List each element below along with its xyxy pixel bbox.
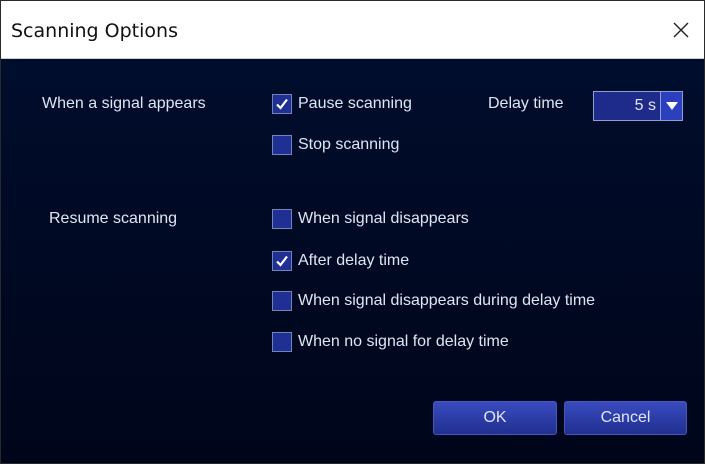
resume-option-checkbox[interactable]: After delay time	[272, 251, 409, 271]
signal-appears-label: When a signal appears	[42, 95, 206, 112]
pause-scanning-checkbox[interactable]: Pause scanning	[272, 94, 412, 114]
resume-option-label: When no signal for delay time	[298, 333, 509, 350]
resume-scanning-label: Resume scanning	[49, 210, 178, 227]
dialog-content: When a signal appears Pause scanning Del…	[1, 59, 704, 463]
checkbox-box	[272, 332, 292, 352]
stop-scanning-checkbox[interactable]: Stop scanning	[272, 135, 399, 155]
checkbox-box	[272, 209, 292, 229]
resume-option-checkbox[interactable]: When signal disappears	[272, 209, 469, 229]
checkbox-box	[272, 135, 292, 155]
resume-option-label: When signal disappears	[298, 210, 469, 227]
scanning-options-dialog: Scanning Options When a signal appears P…	[0, 0, 705, 464]
delay-time-value[interactable]: 5 s	[593, 91, 661, 121]
cancel-button[interactable]: Cancel	[564, 401, 687, 435]
close-icon	[673, 22, 689, 37]
delay-time-select[interactable]: 5 s	[593, 91, 697, 121]
chevron-down-icon	[665, 102, 678, 110]
pause-scanning-label: Pause scanning	[298, 95, 412, 112]
resume-option-label: When signal disappears during delay time	[298, 292, 596, 309]
checkbox-box	[272, 251, 292, 271]
checkbox-box	[272, 291, 292, 311]
checkmark-icon	[276, 255, 288, 267]
ok-button[interactable]: OK	[433, 401, 557, 435]
title-bar: Scanning Options	[1, 1, 704, 59]
delay-time-label: Delay time	[488, 95, 564, 112]
resume-option-label: After delay time	[298, 252, 410, 269]
resume-option-checkbox[interactable]: When no signal for delay time	[272, 332, 509, 352]
delay-dropdown-button[interactable]	[661, 91, 683, 121]
resume-option-checkbox[interactable]: When signal disappears during delay time	[272, 291, 595, 311]
window-title: Scanning Options	[11, 20, 178, 42]
checkmark-icon	[276, 98, 288, 110]
checkbox-box	[272, 94, 292, 114]
close-button[interactable]	[658, 1, 704, 58]
stop-scanning-label: Stop scanning	[298, 136, 400, 153]
